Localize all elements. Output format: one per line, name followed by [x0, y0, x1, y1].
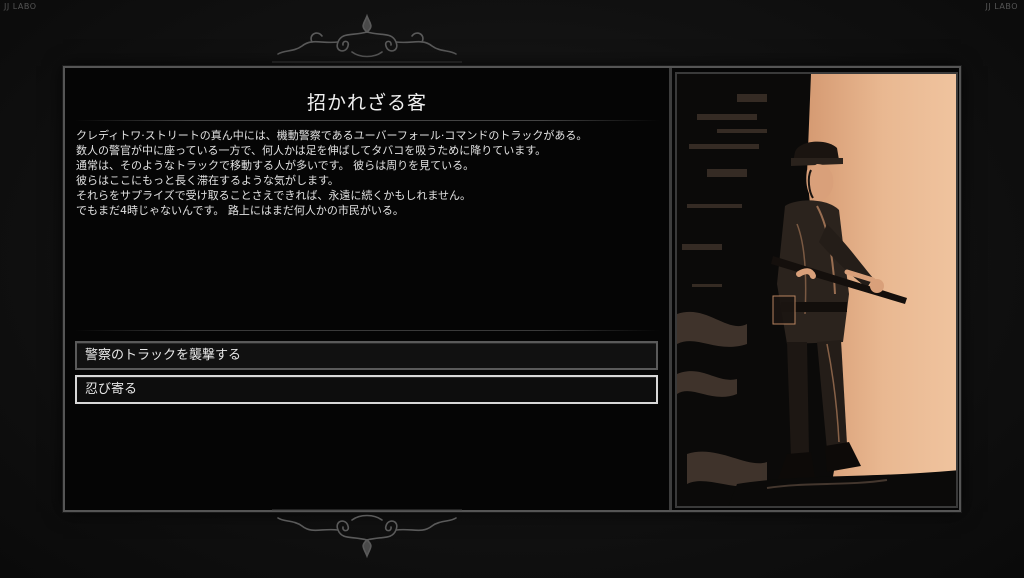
watermark-left: JJ LABO [4, 2, 37, 11]
event-illustration [675, 72, 958, 508]
event-line: クレディトワ·ストリートの真ん中には、機動警察であるユーバーフォール·コマンドの… [76, 129, 588, 142]
choice-sneak-button[interactable]: 忍び寄る [75, 375, 658, 404]
bottom-ornament-icon [272, 509, 462, 559]
event-description: クレディトワ·ストリートの真ん中には、機動警察であるユーバーフォール·コマンドの… [76, 128, 664, 218]
choices-divider [75, 330, 659, 331]
event-window: 招かれざる客 クレディトワ·ストリートの真ん中には、機動警察であるユーバーフォー… [63, 66, 961, 512]
event-line: それらをサプライズで受け取ることさえできれば、永遠に続くかもしれません。 [76, 189, 472, 202]
top-ornament-icon [272, 13, 462, 63]
choice-raid-truck-button[interactable]: 警察のトラックを襲撃する [75, 341, 658, 370]
event-title: 招かれざる客 [306, 92, 427, 114]
event-line: でもまだ4時じゃないんです。 路上にはまだ何人かの市民がいる。 [76, 204, 404, 217]
panel-divider [669, 68, 672, 510]
event-line: 数人の警官が中に座っている一方で、何人かは足を伸ばしてタバコを吸うために降りてい… [76, 144, 547, 157]
event-text-panel: 招かれざる客 クレディトワ·ストリートの真ん中には、機動警察であるユーバーフォー… [65, 68, 669, 510]
title-divider [75, 120, 659, 121]
soldier-illustration-icon [677, 74, 956, 506]
watermark-right: JJ LABO [985, 2, 1018, 11]
event-line: 彼らはここにもっと長く滞在するような気がします。 [76, 174, 339, 187]
event-line: 通常は、そのようなトラックで移動する人が多いです。 彼らは周りを見ている。 [76, 159, 475, 172]
